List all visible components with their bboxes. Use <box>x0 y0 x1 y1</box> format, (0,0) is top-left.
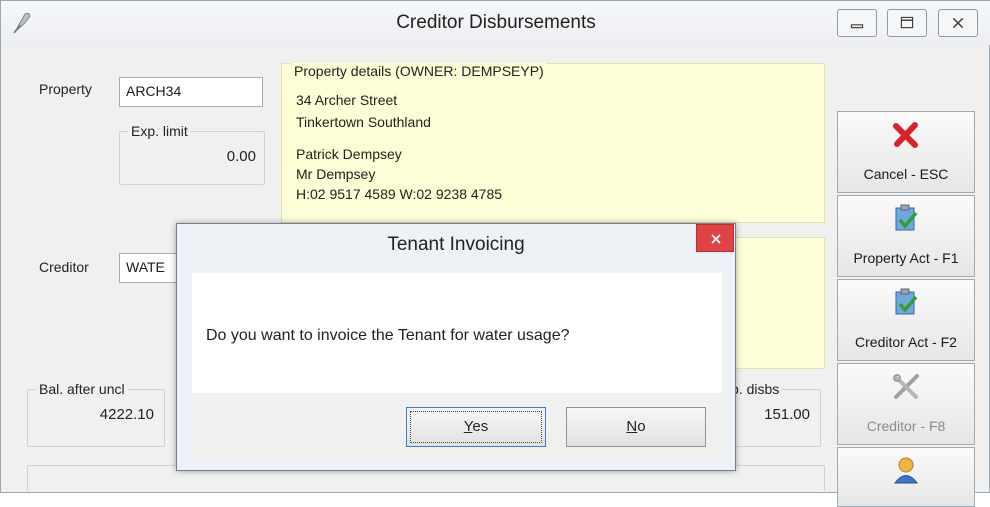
red-x-icon <box>893 122 918 148</box>
property-input[interactable]: ARCH34 <box>119 77 263 107</box>
exp-limit-label: Exp. limit <box>128 123 191 139</box>
close-window-button[interactable] <box>938 9 978 37</box>
dialog-body: Do you want to invoice the Tenant for wa… <box>192 273 722 393</box>
dialog-message: Do you want to invoice the Tenant for wa… <box>206 327 570 344</box>
tenant-invoicing-dialog: Tenant Invoicing Do you want to invoice … <box>176 223 736 471</box>
cancel-button[interactable]: Cancel - ESC <box>837 111 975 193</box>
property-label: Property <box>39 81 92 97</box>
creditor-act-button-label: Creditor Act - F2 <box>855 334 957 350</box>
creditor-label: Creditor <box>39 259 89 275</box>
maximize-button[interactable] <box>887 9 927 37</box>
creditor-button[interactable]: Creditor - F8 <box>837 363 975 445</box>
property-act-button[interactable]: Property Act - F1 <box>837 195 975 277</box>
clipboard-check-icon <box>895 204 918 231</box>
address-line-2: Tinkertown Southland <box>296 114 431 130</box>
property-details-caption: Property details (OWNER: DEMPSEYP) <box>292 63 546 79</box>
exp-limit-value: 0.00 <box>226 148 256 165</box>
maximize-icon <box>900 16 914 29</box>
creditor-act-button[interactable]: Creditor Act - F2 <box>837 279 975 361</box>
no-label-rest: o <box>637 418 646 435</box>
cancel-button-label: Cancel - ESC <box>863 166 949 182</box>
minimize-icon <box>850 24 864 29</box>
close-icon <box>711 234 721 244</box>
clipboard-check-icon <box>895 288 918 315</box>
contact-button[interactable] <box>837 447 975 507</box>
exp-disbs-label: p. disbs <box>728 381 783 397</box>
bal-after-group: Bal. after uncl 4222.10 <box>27 381 165 447</box>
bal-after-label: Bal. after uncl <box>36 381 128 397</box>
property-details-panel: Property details (OWNER: DEMPSEYP) 34 Ar… <box>281 63 825 223</box>
title-bar: Creditor Disbursements <box>1 1 990 45</box>
action-button-column: Cancel - ESC Property Act - F1 Creditor … <box>837 111 977 507</box>
yes-button[interactable]: Yes <box>406 407 546 447</box>
exp-limit-group: Exp. limit 0.00 <box>119 123 265 185</box>
no-mnemonic: N <box>626 418 638 435</box>
exp-disbs-value: 151.00 <box>764 406 810 423</box>
close-icon <box>952 17 964 29</box>
person-icon <box>894 457 918 484</box>
owner-phones: H:02 9517 4589 W:02 9238 4785 <box>296 186 503 202</box>
bal-after-value: 4222.10 <box>99 406 154 423</box>
owner-name: Patrick Dempsey <box>296 146 402 162</box>
property-act-button-label: Property Act - F1 <box>853 250 959 266</box>
creditor-button-label: Creditor - F8 <box>866 418 946 434</box>
address-line-1: 34 Archer Street <box>296 92 398 108</box>
no-button[interactable]: No <box>566 407 706 447</box>
focus-rectangle <box>410 411 542 443</box>
dialog-close-button[interactable] <box>696 224 734 252</box>
owner-salutation: Mr Dempsey <box>296 166 376 182</box>
dialog-title: Tenant Invoicing <box>387 234 525 255</box>
minimize-button[interactable] <box>837 9 877 37</box>
tools-icon <box>893 374 919 399</box>
